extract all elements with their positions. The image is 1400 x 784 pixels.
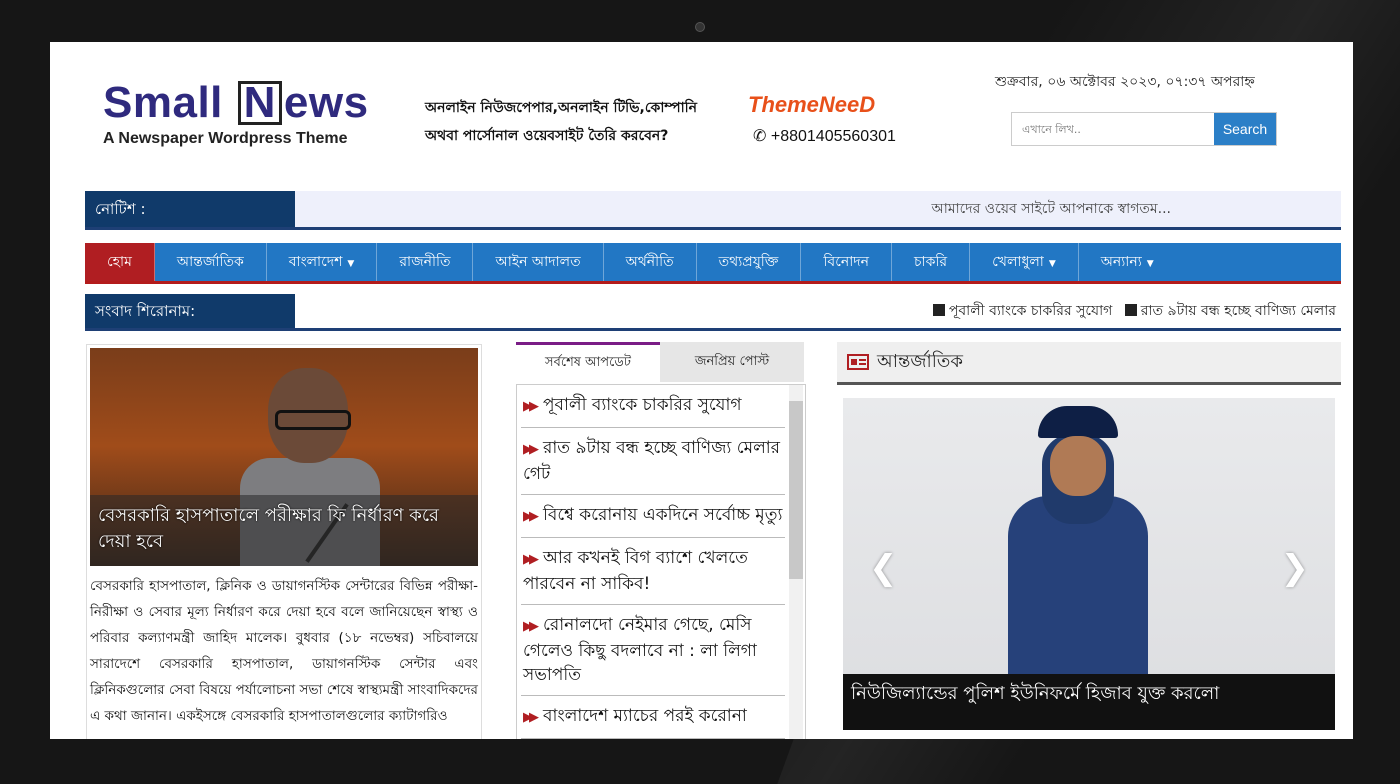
tab-latest[interactable]: সর্বশেষ আপডেট [516,342,660,382]
international-section: আন্তর্জাতিক ❮ ❯ নিউজিল্যান্ডের পুলিশ ইউন… [837,342,1341,739]
current-date: শুক্রবার, ০৬ অক্টোবর ২০২৩, ০৭:৩৭ অপরাহ্ন [995,74,1255,90]
section-title: আন্তর্জাতিক [877,350,963,372]
lead-story: বেসরকারি হাসপাতালে পরীক্ষার ফি নির্ধারণ … [86,344,482,739]
list-item[interactable]: ▶▶ বিশ্বে করোনায় একদিনে সর্বোচ্চ মৃত্যু [521,495,785,538]
chevron-down-icon: ▼ [1048,259,1056,269]
nav-item-law[interactable]: আইন আদালত [473,243,604,281]
nav-item-others[interactable]: অন্যান্য ▼ [1079,243,1176,281]
nav-item-international[interactable]: আন্তর্জাতিক [155,243,267,281]
search-box: Search [1011,112,1277,146]
webcam [695,22,705,32]
nav-item-jobs[interactable]: চাকরি [892,243,971,281]
bullet-icon [1124,304,1137,316]
ticker-item[interactable]: রাত ৯টায় বন্ধ হচ্ছে বাণিজ্য মেলার [1141,303,1336,319]
post-tabs: সর্বশেষ আপডেট জনপ্রিয় পোস্ট ▶▶ পূবালী ব্… [516,342,806,739]
newspaper-icon [847,354,869,370]
nav-item-economy[interactable]: অর্থনীতি [604,243,697,281]
lead-story-body: বেসরকারি হাসপাতাল, ক্লিনিক ও ডায়াগনস্টি… [90,578,478,724]
slide-caption[interactable]: নিউজিল্যান্ডের পুলিশ ইউনিফর্মে হিজাব যুক… [843,674,1335,730]
main-nav: হোম আন্তর্জাতিক বাংলাদেশ ▼ রাজনীতি আইন আদ… [85,243,1341,284]
site-logo[interactable]: Small News A Newspaper Wordpress Theme [103,80,369,148]
tab-popular[interactable]: জনপ্রিয় পোস্ট [660,342,804,382]
header-ad-banner[interactable]: অনলাইন নিউজপেপার,অনলাইন টিভি,কোম্পানি অথ… [425,92,905,150]
list-item[interactable]: ▶▶ আর কখনই বিগ ব্যাশে খেলতে পারবেন না সাক… [521,538,785,605]
chevron-down-icon: ▼ [1146,259,1154,269]
double-arrow-icon: ▶▶ [523,710,539,725]
list-item[interactable]: ▶▶ পূবালী ব্যাংকে চাকরির সুযোগ [521,385,785,428]
laptop-frame: Small News A Newspaper Wordpress Theme অ… [0,0,1400,784]
police-officer-figure [1008,406,1148,696]
phone-icon: ✆ [753,128,771,145]
list-item[interactable]: ▶▶ রাত ৯টায় বন্ধ হচ্ছে বাণিজ্য মেলার গেট [521,428,785,495]
nav-item-entertainment[interactable]: বিনোদন [801,243,892,281]
logo-title: Small News [103,78,369,127]
latest-list: ▶▶ পূবালী ব্যাংকে চাকরির সুযোগ ▶▶ রাত ৯টায… [516,384,806,739]
ticker-items: পূবালী ব্যাংকে চাকরির সুযোগ রাত ৯টায় বন… [925,294,1336,328]
list-item[interactable]: ▶▶ বাংলাদেশ ম্যাচের পরই করোনা [521,696,785,739]
ticker-item[interactable]: পূবালী ব্যাংকে চাকরির সুযোগ [949,303,1113,319]
chevron-down-icon: ▼ [347,259,355,269]
list-item[interactable]: ▶▶ রোনালদো নেইমার গেছে, মেসি গেলেও কিছু ব… [521,605,785,696]
notice-marquee: আমাদের ওয়েব সাইটে আপনাকে স্বাগতম... [931,201,1171,217]
chevron-right-icon[interactable]: ❯ [1281,548,1310,588]
search-input[interactable] [1012,113,1214,145]
tab-header: সর্বশেষ আপডেট জনপ্রিয় পোস্ট [516,342,804,382]
section-header[interactable]: আন্তর্জাতিক [837,342,1341,385]
double-arrow-icon: ▶▶ [523,442,539,457]
double-arrow-icon: ▶▶ [523,619,539,634]
nav-item-sports[interactable]: খেলাধুলা ▼ [970,243,1079,281]
double-arrow-icon: ▶▶ [523,509,539,524]
nav-item-home[interactable]: হোম [85,243,155,281]
browser-screen: Small News A Newspaper Wordpress Theme অ… [50,42,1353,739]
ad-brand-logo: ThemeNeeD [748,92,876,117]
headline-ticker: সংবাদ শিরোনাম: পূবালী ব্যাংকে চাকরির সুয… [85,294,1341,331]
notice-label: নোটিশ : [85,191,295,227]
nav-item-politics[interactable]: রাজনীতি [377,243,474,281]
ad-phone: ✆ +8801405560301 [753,128,896,145]
double-arrow-icon: ▶▶ [523,399,539,414]
notice-bar: নোটিশ : আমাদের ওয়েব সাইটে আপনাকে স্বাগত… [85,191,1341,230]
logo-subtitle: A Newspaper Wordpress Theme [103,130,348,147]
double-arrow-icon: ▶▶ [523,552,539,567]
chevron-left-icon[interactable]: ❮ [869,548,898,588]
nav-item-bangladesh[interactable]: বাংলাদেশ ▼ [267,243,378,281]
bullet-icon [932,304,945,316]
scrollbar-thumb[interactable] [789,401,803,579]
nav-item-tech[interactable]: তথ্যপ্রযুক্তি [697,243,802,281]
search-button[interactable]: Search [1214,113,1276,145]
ticker-label: সংবাদ শিরোনাম: [85,294,295,328]
image-slider[interactable]: ❮ ❯ নিউজিল্যান্ডের পুলিশ ইউনিফর্মে হিজাব… [843,398,1335,730]
lead-story-headline[interactable]: বেসরকারি হাসপাতালে পরীক্ষার ফি নির্ধারণ … [90,495,478,566]
